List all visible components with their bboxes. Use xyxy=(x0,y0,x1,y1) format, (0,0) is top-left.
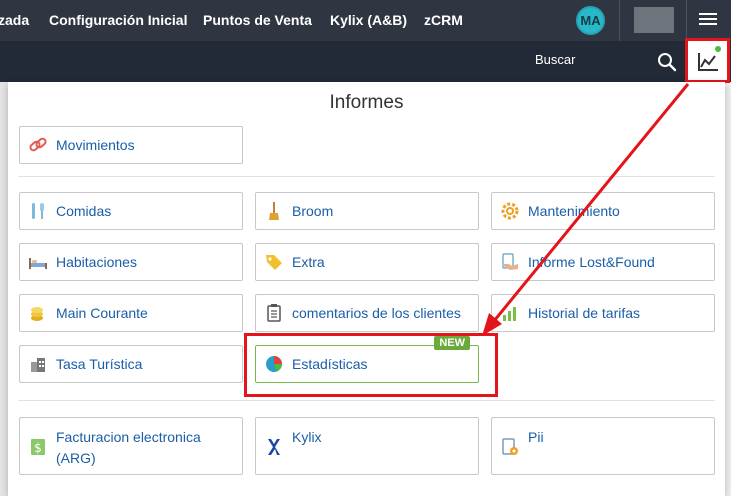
nav-item-configuracion[interactable]: Configuración Inicial xyxy=(49,0,187,41)
lost-found-icon xyxy=(502,253,518,270)
report-comentarios[interactable]: comentarios de los clientes xyxy=(255,294,479,332)
kylix-logo-icon xyxy=(268,439,280,455)
report-movimientos[interactable]: Movimientos xyxy=(19,126,243,164)
divider xyxy=(18,400,715,401)
search-bar: Buscar xyxy=(0,41,731,82)
svg-text:$: $ xyxy=(34,441,42,455)
report-label: Mantenimiento xyxy=(528,203,620,219)
report-label: Pii xyxy=(528,429,544,445)
report-label: Kylix xyxy=(292,429,322,445)
highlight-estadisticas xyxy=(244,333,498,397)
report-extra[interactable]: Extra xyxy=(255,243,479,281)
report-label: Broom xyxy=(292,203,334,219)
gear-icon xyxy=(501,202,519,220)
report-label: Comidas xyxy=(56,203,112,219)
bar-chart-icon xyxy=(503,307,516,321)
avatar[interactable]: MA xyxy=(576,6,605,35)
reports-panel: Informes Movimientos Comidas Broom Mante… xyxy=(8,82,725,496)
search-icon[interactable] xyxy=(657,52,677,72)
report-label: Movimientos xyxy=(56,137,135,153)
report-historial-tarifas[interactable]: Historial de tarifas xyxy=(491,294,715,332)
coins-icon xyxy=(31,307,43,321)
panel-title: Informes xyxy=(329,92,404,113)
report-label: Tasa Turística xyxy=(56,356,143,372)
report-label: Historial de tarifas xyxy=(528,305,641,321)
tag-icon xyxy=(266,255,282,270)
highlight-reports-button xyxy=(685,38,730,83)
nav-divider xyxy=(686,0,687,41)
building-icon xyxy=(31,358,45,372)
report-mantenimiento[interactable]: Mantenimiento xyxy=(491,192,715,230)
report-facturacion[interactable]: $ Facturacion electronica (ARG) xyxy=(19,417,243,475)
nav-item-kylix[interactable]: Kylix (A&B) xyxy=(330,0,407,41)
background-page xyxy=(0,82,8,496)
report-label: Habitaciones xyxy=(56,254,137,270)
divider xyxy=(18,176,715,177)
nav-item-puntos-venta[interactable]: Puntos de Venta xyxy=(203,0,312,41)
report-broom[interactable]: Broom xyxy=(255,192,479,230)
report-pii[interactable]: Pii xyxy=(491,417,715,475)
broom-icon xyxy=(269,202,279,220)
report-label: Facturacion electronica (ARG) xyxy=(56,429,201,466)
report-label: Main Courante xyxy=(56,305,148,321)
nav-item-partial[interactable]: zada xyxy=(0,0,29,41)
report-comidas[interactable]: Comidas xyxy=(19,192,243,230)
hamburger-menu-icon[interactable] xyxy=(697,10,719,30)
dollar-icon: $ xyxy=(31,439,45,455)
report-label: comentarios de los clientes xyxy=(292,305,461,321)
report-label: Extra xyxy=(292,254,325,270)
nav-item-zcrm[interactable]: zCRM xyxy=(424,0,463,41)
search-label[interactable]: Buscar xyxy=(535,52,575,67)
report-tasa-turistica[interactable]: Tasa Turística xyxy=(19,345,243,383)
top-navbar: zada Configuración Inicial Puntos de Ven… xyxy=(0,0,731,41)
bed-icon xyxy=(29,258,47,269)
report-main-courante[interactable]: Main Courante xyxy=(19,294,243,332)
cutlery-icon xyxy=(32,203,44,219)
link-icon xyxy=(29,137,47,152)
user-menu-blurred[interactable] xyxy=(634,7,674,33)
report-label: Informe Lost&Found xyxy=(528,254,655,270)
clipboard-icon xyxy=(267,304,281,322)
nav-divider xyxy=(619,0,620,41)
document-settings-icon xyxy=(502,438,518,455)
report-habitaciones[interactable]: Habitaciones xyxy=(19,243,243,281)
report-kylix[interactable]: Kylix xyxy=(255,417,479,475)
report-lost-found[interactable]: Informe Lost&Found xyxy=(491,243,715,281)
